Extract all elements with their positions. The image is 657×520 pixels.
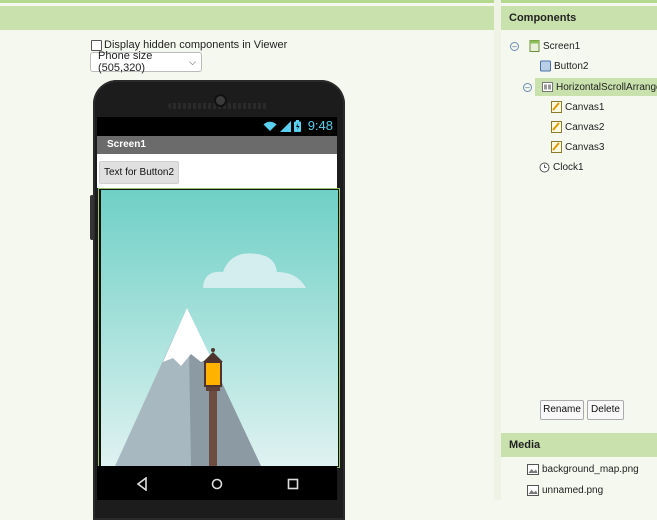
chevron-down-icon: ⌵ <box>189 56 196 67</box>
image-file-icon <box>527 485 539 496</box>
recents-icon[interactable] <box>287 478 299 490</box>
media-file-row[interactable]: unnamed.png <box>527 485 603 496</box>
tree-item-canvas1[interactable]: Canvas1 <box>551 98 604 116</box>
tree-label: Canvas3 <box>565 141 605 153</box>
button-icon <box>540 60 551 72</box>
home-icon[interactable] <box>211 478 223 490</box>
battery-icon <box>294 120 301 132</box>
top-accent-bar <box>0 0 657 3</box>
android-nav-bar <box>97 466 337 500</box>
delete-button[interactable]: Delete <box>587 400 624 420</box>
tree-label: Screen1 <box>543 40 581 52</box>
phone-side-button <box>90 195 94 240</box>
tree-label: Canvas1 <box>565 101 605 113</box>
tree-label: Button2 <box>554 60 589 72</box>
screen-icon <box>529 40 540 52</box>
arrangement-icon <box>542 82 553 92</box>
screen-title-bar: Screen1 <box>97 136 337 154</box>
clock-icon <box>539 162 550 173</box>
tree-item-canvas3[interactable]: Canvas3 <box>551 138 604 156</box>
media-file-row[interactable]: background_map.png <box>527 464 639 475</box>
status-time: 9:48 <box>307 118 333 133</box>
status-bar: 9:48 <box>97 117 337 136</box>
canvas-icon <box>551 121 562 133</box>
tree-item-horizontalscroll[interactable]: – HorizontalScrollArrangem <box>523 78 657 96</box>
screen-title: Screen1 <box>107 139 146 150</box>
wifi-icon <box>263 121 277 131</box>
tree-label: Clock1 <box>553 161 584 173</box>
tree-item-screen1[interactable]: – Screen1 <box>510 37 580 55</box>
canvas-icon <box>551 101 562 113</box>
image-file-icon <box>527 464 539 475</box>
show-hidden-checkbox[interactable] <box>91 39 102 51</box>
media-file-name: background_map.png <box>542 464 639 475</box>
phone-size-select[interactable]: Phone size (505,320) ⌵ <box>90 50 202 74</box>
components-header: Components <box>501 6 657 30</box>
phone-camera <box>216 96 225 105</box>
panel-divider[interactable] <box>494 0 501 500</box>
button2-preview[interactable]: Text for Button2 <box>99 161 179 184</box>
collapse-toggle-icon[interactable]: – <box>510 41 519 51</box>
media-header: Media <box>501 433 657 457</box>
canvas1-preview[interactable] <box>101 190 338 466</box>
collapse-toggle-icon[interactable]: – <box>523 82 532 92</box>
phone-size-value: Phone size (505,320) <box>98 50 153 74</box>
tree-label: Canvas2 <box>565 121 605 133</box>
canvas-icon <box>551 141 562 153</box>
tree-item-button2[interactable]: Button2 <box>540 57 588 75</box>
back-icon[interactable] <box>136 477 148 491</box>
tree-label: HorizontalScrollArrangem <box>556 81 657 93</box>
tree-item-canvas2[interactable]: Canvas2 <box>551 118 604 136</box>
rename-button[interactable]: Rename <box>540 400 584 420</box>
viewer-header <box>0 6 494 30</box>
signal-icon <box>280 121 291 132</box>
tree-item-clock1[interactable]: Clock1 <box>539 158 584 176</box>
media-file-name: unnamed.png <box>542 485 604 496</box>
